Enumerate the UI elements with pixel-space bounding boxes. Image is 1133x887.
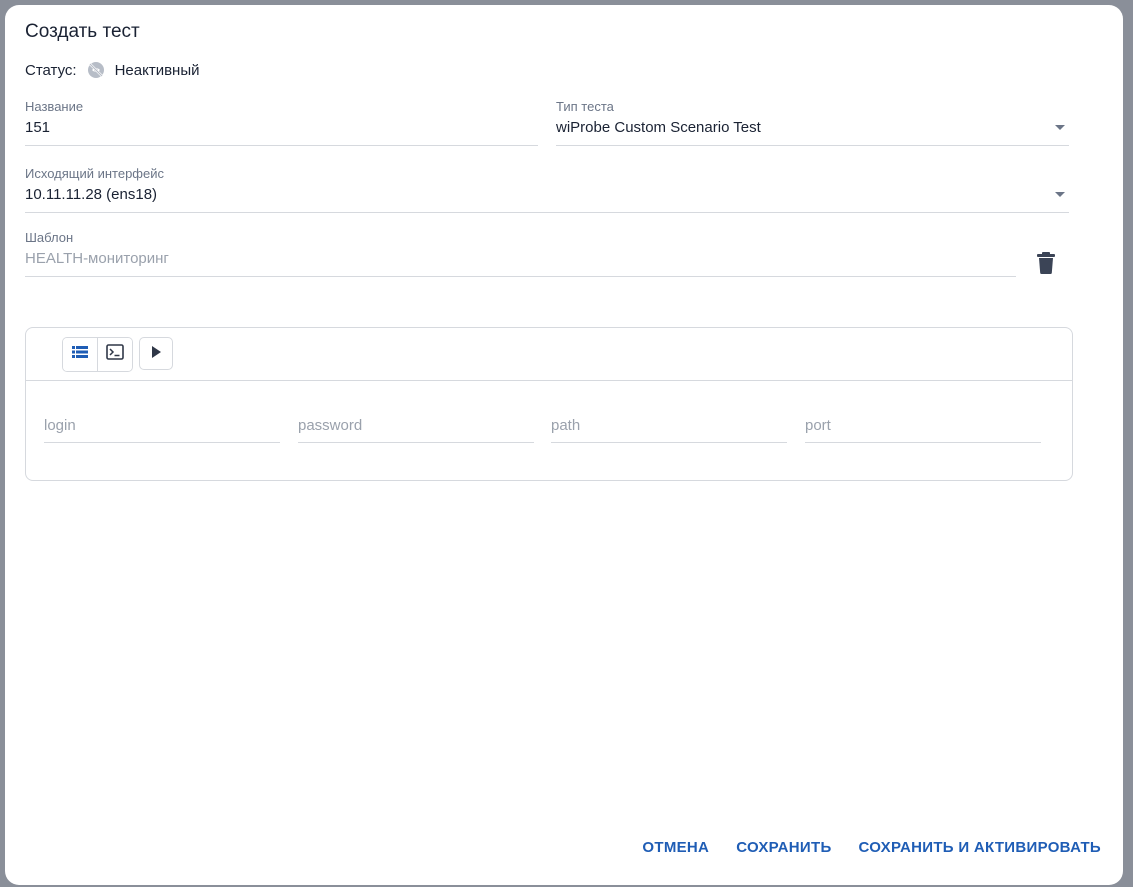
dropdown-caret-icon[interactable] xyxy=(1055,125,1065,130)
list-view-button[interactable] xyxy=(63,338,97,371)
name-label: Название xyxy=(25,99,84,114)
test-type-value: wiProbe Custom Scenario Test xyxy=(556,119,761,136)
status-label: Статус: xyxy=(25,61,77,79)
terminal-icon xyxy=(106,344,124,365)
name-field[interactable]: Название 151 xyxy=(25,99,538,146)
save-button[interactable]: СОХРАНИТЬ xyxy=(736,839,831,856)
template-value: HEALTH-мониторинг xyxy=(25,248,1016,277)
list-icon xyxy=(72,345,88,364)
interface-label: Исходящий интерфейс xyxy=(25,166,164,181)
scenario-toolbar xyxy=(26,328,1072,381)
play-icon xyxy=(151,345,161,363)
save-and-activate-button[interactable]: СОХРАНИТЬ И АКТИВИРОВАТЬ xyxy=(859,839,1101,856)
port-input[interactable]: port xyxy=(805,416,1041,443)
dialog-title: Создать тест xyxy=(25,21,140,42)
name-input[interactable]: 151 xyxy=(25,117,538,146)
view-toggle-group xyxy=(62,337,133,372)
inactive-icon xyxy=(86,60,106,80)
status-row: Статус: Неактивный xyxy=(25,60,200,80)
interface-select[interactable]: 10.11.11.28 (ens18) xyxy=(25,184,1069,213)
interface-field[interactable]: Исходящий интерфейс 10.11.11.28 (ens18) xyxy=(25,166,1069,213)
test-type-field[interactable]: Тип теста wiProbe Custom Scenario Test xyxy=(556,99,1069,146)
test-type-label: Тип теста xyxy=(556,99,614,114)
run-button[interactable] xyxy=(139,337,173,370)
dialog-actions: ОТМЕНА СОХРАНИТЬ СОХРАНИТЬ И АКТИВИРОВАТ… xyxy=(615,839,1101,856)
interface-value: 10.11.11.28 (ens18) xyxy=(25,186,158,203)
path-input[interactable]: path xyxy=(551,416,787,443)
params-row: login password path port xyxy=(44,416,1042,444)
password-input[interactable]: password xyxy=(298,416,534,443)
code-view-button[interactable] xyxy=(97,338,132,371)
status-value: Неактивный xyxy=(114,61,200,79)
create-test-dialog: Создать тест Статус: Неактивный Название… xyxy=(5,5,1123,885)
template-field: Шаблон HEALTH-мониторинг xyxy=(25,230,1016,277)
trash-icon[interactable] xyxy=(1035,251,1057,275)
cancel-button[interactable]: ОТМЕНА xyxy=(642,839,709,856)
test-type-select[interactable]: wiProbe Custom Scenario Test xyxy=(556,117,1069,146)
scenario-panel: login password path port xyxy=(25,327,1073,481)
login-input[interactable]: login xyxy=(44,416,280,443)
dropdown-caret-icon[interactable] xyxy=(1055,192,1065,197)
template-label: Шаблон xyxy=(25,230,74,245)
